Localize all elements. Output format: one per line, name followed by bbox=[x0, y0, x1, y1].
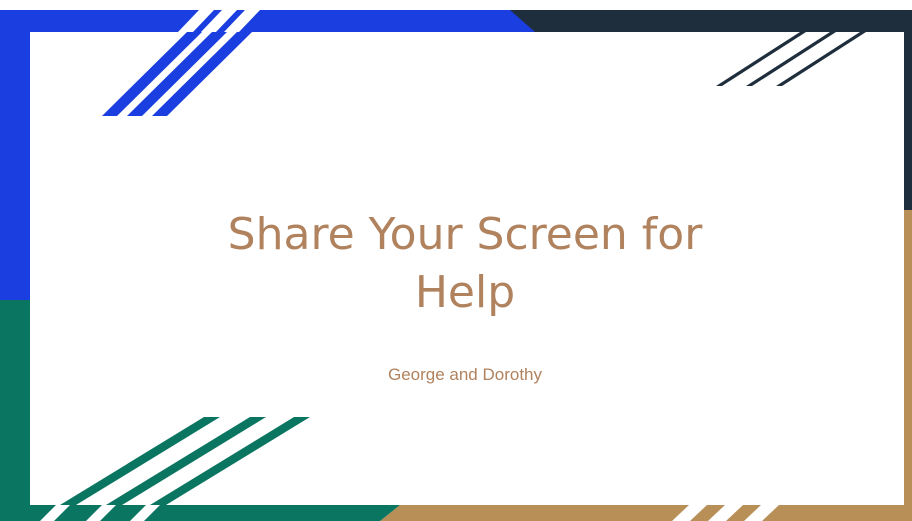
top-right-navy-stripes bbox=[716, 32, 866, 86]
bottom-left-teal-stripes bbox=[60, 417, 310, 505]
slide-subtitle: George and Dorothy bbox=[387, 365, 543, 384]
top-left-blue-stripes bbox=[102, 32, 252, 116]
slide-title: Share Your Screen for Help bbox=[227, 209, 703, 318]
teal-frame-region bbox=[0, 300, 400, 521]
bottom-right-white-stripes bbox=[672, 505, 779, 521]
presentation-slide: Share Your Screen for Help George and Do… bbox=[0, 0, 912, 521]
